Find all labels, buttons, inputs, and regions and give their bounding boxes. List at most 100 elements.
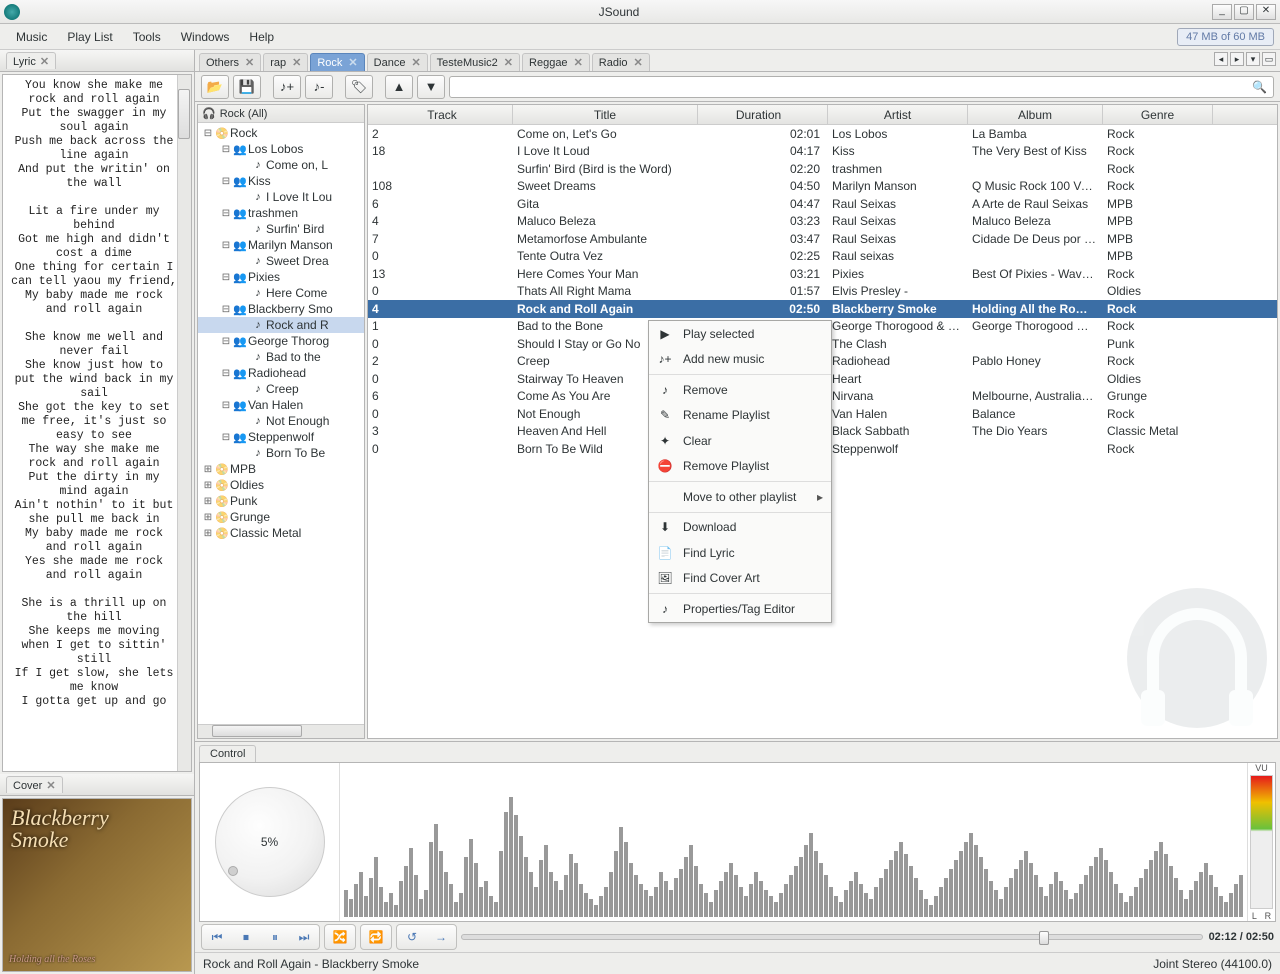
- column-header-album[interactable]: Album: [968, 105, 1103, 124]
- table-row[interactable]: 2Come on, Let's Go02:01Los LobosLa Bamba…: [368, 125, 1277, 143]
- column-header-genre[interactable]: Genre: [1103, 105, 1213, 124]
- search-icon[interactable]: 🔍: [1252, 80, 1267, 94]
- tree-node[interactable]: ⊟👥George Thorog: [198, 333, 364, 349]
- move-up-button[interactable]: ▲: [385, 75, 413, 99]
- playlist-tab-dance[interactable]: Dance✕: [367, 53, 428, 71]
- tree-node[interactable]: ⊟👥Pixies: [198, 269, 364, 285]
- close-icon[interactable]: ✕: [292, 56, 301, 69]
- close-icon[interactable]: ✕: [411, 56, 420, 69]
- maximize-button[interactable]: ▢: [1234, 4, 1254, 20]
- add-music-button[interactable]: ♪+: [273, 75, 301, 99]
- prev-button[interactable]: ⏮: [204, 927, 230, 947]
- column-header-duration[interactable]: Duration: [698, 105, 828, 124]
- ctx-find-cover-art[interactable]: 🖼Find Cover Art: [649, 566, 831, 592]
- playlist-tab-reggae[interactable]: Reggae✕: [522, 53, 590, 71]
- column-header-title[interactable]: Title: [513, 105, 698, 124]
- seek-slider[interactable]: [461, 934, 1203, 940]
- menu-play-list[interactable]: Play List: [57, 28, 122, 46]
- save-button[interactable]: 💾: [233, 75, 261, 99]
- tree-node[interactable]: ♪Rock and R: [198, 317, 364, 333]
- table-row[interactable]: Surfin' Bird (Bird is the Word)02:20tras…: [368, 160, 1277, 178]
- tree-pane[interactable]: 🎧 Rock (All) ⊟📀Rock⊟👥Los Lobos♪Come on, …: [197, 104, 365, 739]
- ctx-download[interactable]: ⬇Download: [649, 515, 831, 541]
- tree-node[interactable]: ♪I Love It Lou: [198, 189, 364, 205]
- tree-node[interactable]: ♪Come on, L: [198, 157, 364, 173]
- column-header-track[interactable]: Track: [368, 105, 513, 124]
- shuffle-button[interactable]: 🔀: [327, 927, 353, 947]
- ctx-remove-playlist[interactable]: ⛔Remove Playlist: [649, 454, 831, 480]
- repeat-one-button[interactable]: ↺: [399, 927, 425, 947]
- playlist-tab-radio[interactable]: Radio✕: [592, 53, 650, 71]
- tag-button[interactable]: 🏷: [345, 75, 373, 99]
- tree-node[interactable]: ♪Surfin' Bird: [198, 221, 364, 237]
- tree-node[interactable]: ⊟👥Blackberry Smo: [198, 301, 364, 317]
- table-row[interactable]: 13Here Comes Your Man03:21PixiesBest Of …: [368, 265, 1277, 283]
- tree-node[interactable]: ⊟👥Los Lobos: [198, 141, 364, 157]
- close-icon[interactable]: ✕: [46, 779, 55, 792]
- tree-node[interactable]: ⊟👥Kiss: [198, 173, 364, 189]
- tree-node[interactable]: ♪Creep: [198, 381, 364, 397]
- tree-node[interactable]: ⊞📀Grunge: [198, 509, 364, 525]
- close-icon[interactable]: ✕: [504, 56, 513, 69]
- tabs-max[interactable]: ▭: [1262, 52, 1276, 66]
- table-row[interactable]: 0Thats All Right Mama01:57Elvis Presley …: [368, 283, 1277, 301]
- ctx-add-new-music[interactable]: ♪+Add new music: [649, 347, 831, 373]
- table-row[interactable]: 0Tente Outra Vez02:25Raul seixasMPB: [368, 248, 1277, 266]
- move-down-button[interactable]: ▼: [417, 75, 445, 99]
- menu-tools[interactable]: Tools: [123, 28, 171, 46]
- tree-node[interactable]: ⊞📀MPB: [198, 461, 364, 477]
- volume-knob[interactable]: 5%: [200, 763, 340, 921]
- tree-node[interactable]: ♪Born To Be: [198, 445, 364, 461]
- menu-windows[interactable]: Windows: [171, 28, 240, 46]
- tree-node[interactable]: ♪Sweet Drea: [198, 253, 364, 269]
- table-row[interactable]: 4Rock and Roll Again02:50Blackberry Smok…: [368, 300, 1277, 318]
- ctx-clear[interactable]: ✦Clear: [649, 428, 831, 454]
- playlist-tab-others[interactable]: Others✕: [199, 53, 261, 71]
- ctx-play-selected[interactable]: ▶Play selected: [649, 321, 831, 347]
- table-row[interactable]: 18I Love It Loud04:17KissThe Very Best o…: [368, 143, 1277, 161]
- close-icon[interactable]: ✕: [40, 55, 49, 68]
- tabs-scroll-left[interactable]: ◂: [1214, 52, 1228, 66]
- tree-node[interactable]: ⊟👥trashmen: [198, 205, 364, 221]
- context-menu[interactable]: ▶Play selected♪+Add new music ♪Remove✎Ren…: [648, 320, 832, 623]
- tree-node[interactable]: ⊟👥Radiohead: [198, 365, 364, 381]
- ctx-rename-playlist[interactable]: ✎Rename Playlist: [649, 403, 831, 429]
- tree-node[interactable]: ⊟👥Marilyn Manson: [198, 237, 364, 253]
- repeat-button[interactable]: 🔁: [363, 927, 389, 947]
- menu-music[interactable]: Music: [6, 28, 57, 46]
- search-input[interactable]: [456, 80, 1252, 94]
- table-row[interactable]: 7Metamorfose Ambulante03:47Raul SeixasCi…: [368, 230, 1277, 248]
- tree-node[interactable]: ♪Here Come: [198, 285, 364, 301]
- tree-node[interactable]: ⊟👥Steppenwolf: [198, 429, 364, 445]
- scrollbar[interactable]: [198, 724, 364, 738]
- tree-node[interactable]: ⊞📀Classic Metal: [198, 525, 364, 541]
- close-button[interactable]: ✕: [1256, 4, 1276, 20]
- remove-music-button[interactable]: ♪-: [305, 75, 333, 99]
- playlist-tab-testemusic2[interactable]: TesteMusic2✕: [430, 53, 520, 71]
- close-icon[interactable]: ✕: [634, 56, 643, 69]
- close-icon[interactable]: ✕: [348, 56, 357, 69]
- tree-node[interactable]: ⊟📀Rock: [198, 125, 364, 141]
- close-icon[interactable]: ✕: [574, 56, 583, 69]
- tree-node[interactable]: ⊞📀Punk: [198, 493, 364, 509]
- ctx-remove[interactable]: ♪Remove: [649, 377, 831, 403]
- ctx-properties-tag-editor[interactable]: ♪Properties/Tag Editor: [649, 596, 831, 622]
- playlist-tab-rock[interactable]: Rock✕: [310, 53, 364, 71]
- lyric-panel[interactable]: You know she make me rock and roll again…: [2, 74, 192, 772]
- next-button[interactable]: ⏭: [291, 927, 317, 947]
- scrollbar[interactable]: [177, 75, 191, 771]
- menu-help[interactable]: Help: [239, 28, 284, 46]
- stop-button[interactable]: ⏹: [233, 927, 259, 947]
- tree-node[interactable]: ♪Bad to the: [198, 349, 364, 365]
- table-row[interactable]: 4Maluco Beleza03:23Raul SeixasMaluco Bel…: [368, 213, 1277, 231]
- minimize-button[interactable]: _: [1212, 4, 1232, 20]
- table-row[interactable]: 6Gita04:47Raul SeixasA Arte de Raul Seix…: [368, 195, 1277, 213]
- playlist-tab-rap[interactable]: rap✕: [263, 53, 308, 71]
- tabs-scroll-right[interactable]: ▸: [1230, 52, 1244, 66]
- tree-node[interactable]: ⊞📀Oldies: [198, 477, 364, 493]
- tree-node[interactable]: ⊟👥Van Halen: [198, 397, 364, 413]
- ctx-find-lyric[interactable]: 📄Find Lyric: [649, 540, 831, 566]
- continue-button[interactable]: →: [428, 927, 454, 947]
- tabs-menu[interactable]: ▾: [1246, 52, 1260, 66]
- search-box[interactable]: 🔍: [449, 76, 1274, 98]
